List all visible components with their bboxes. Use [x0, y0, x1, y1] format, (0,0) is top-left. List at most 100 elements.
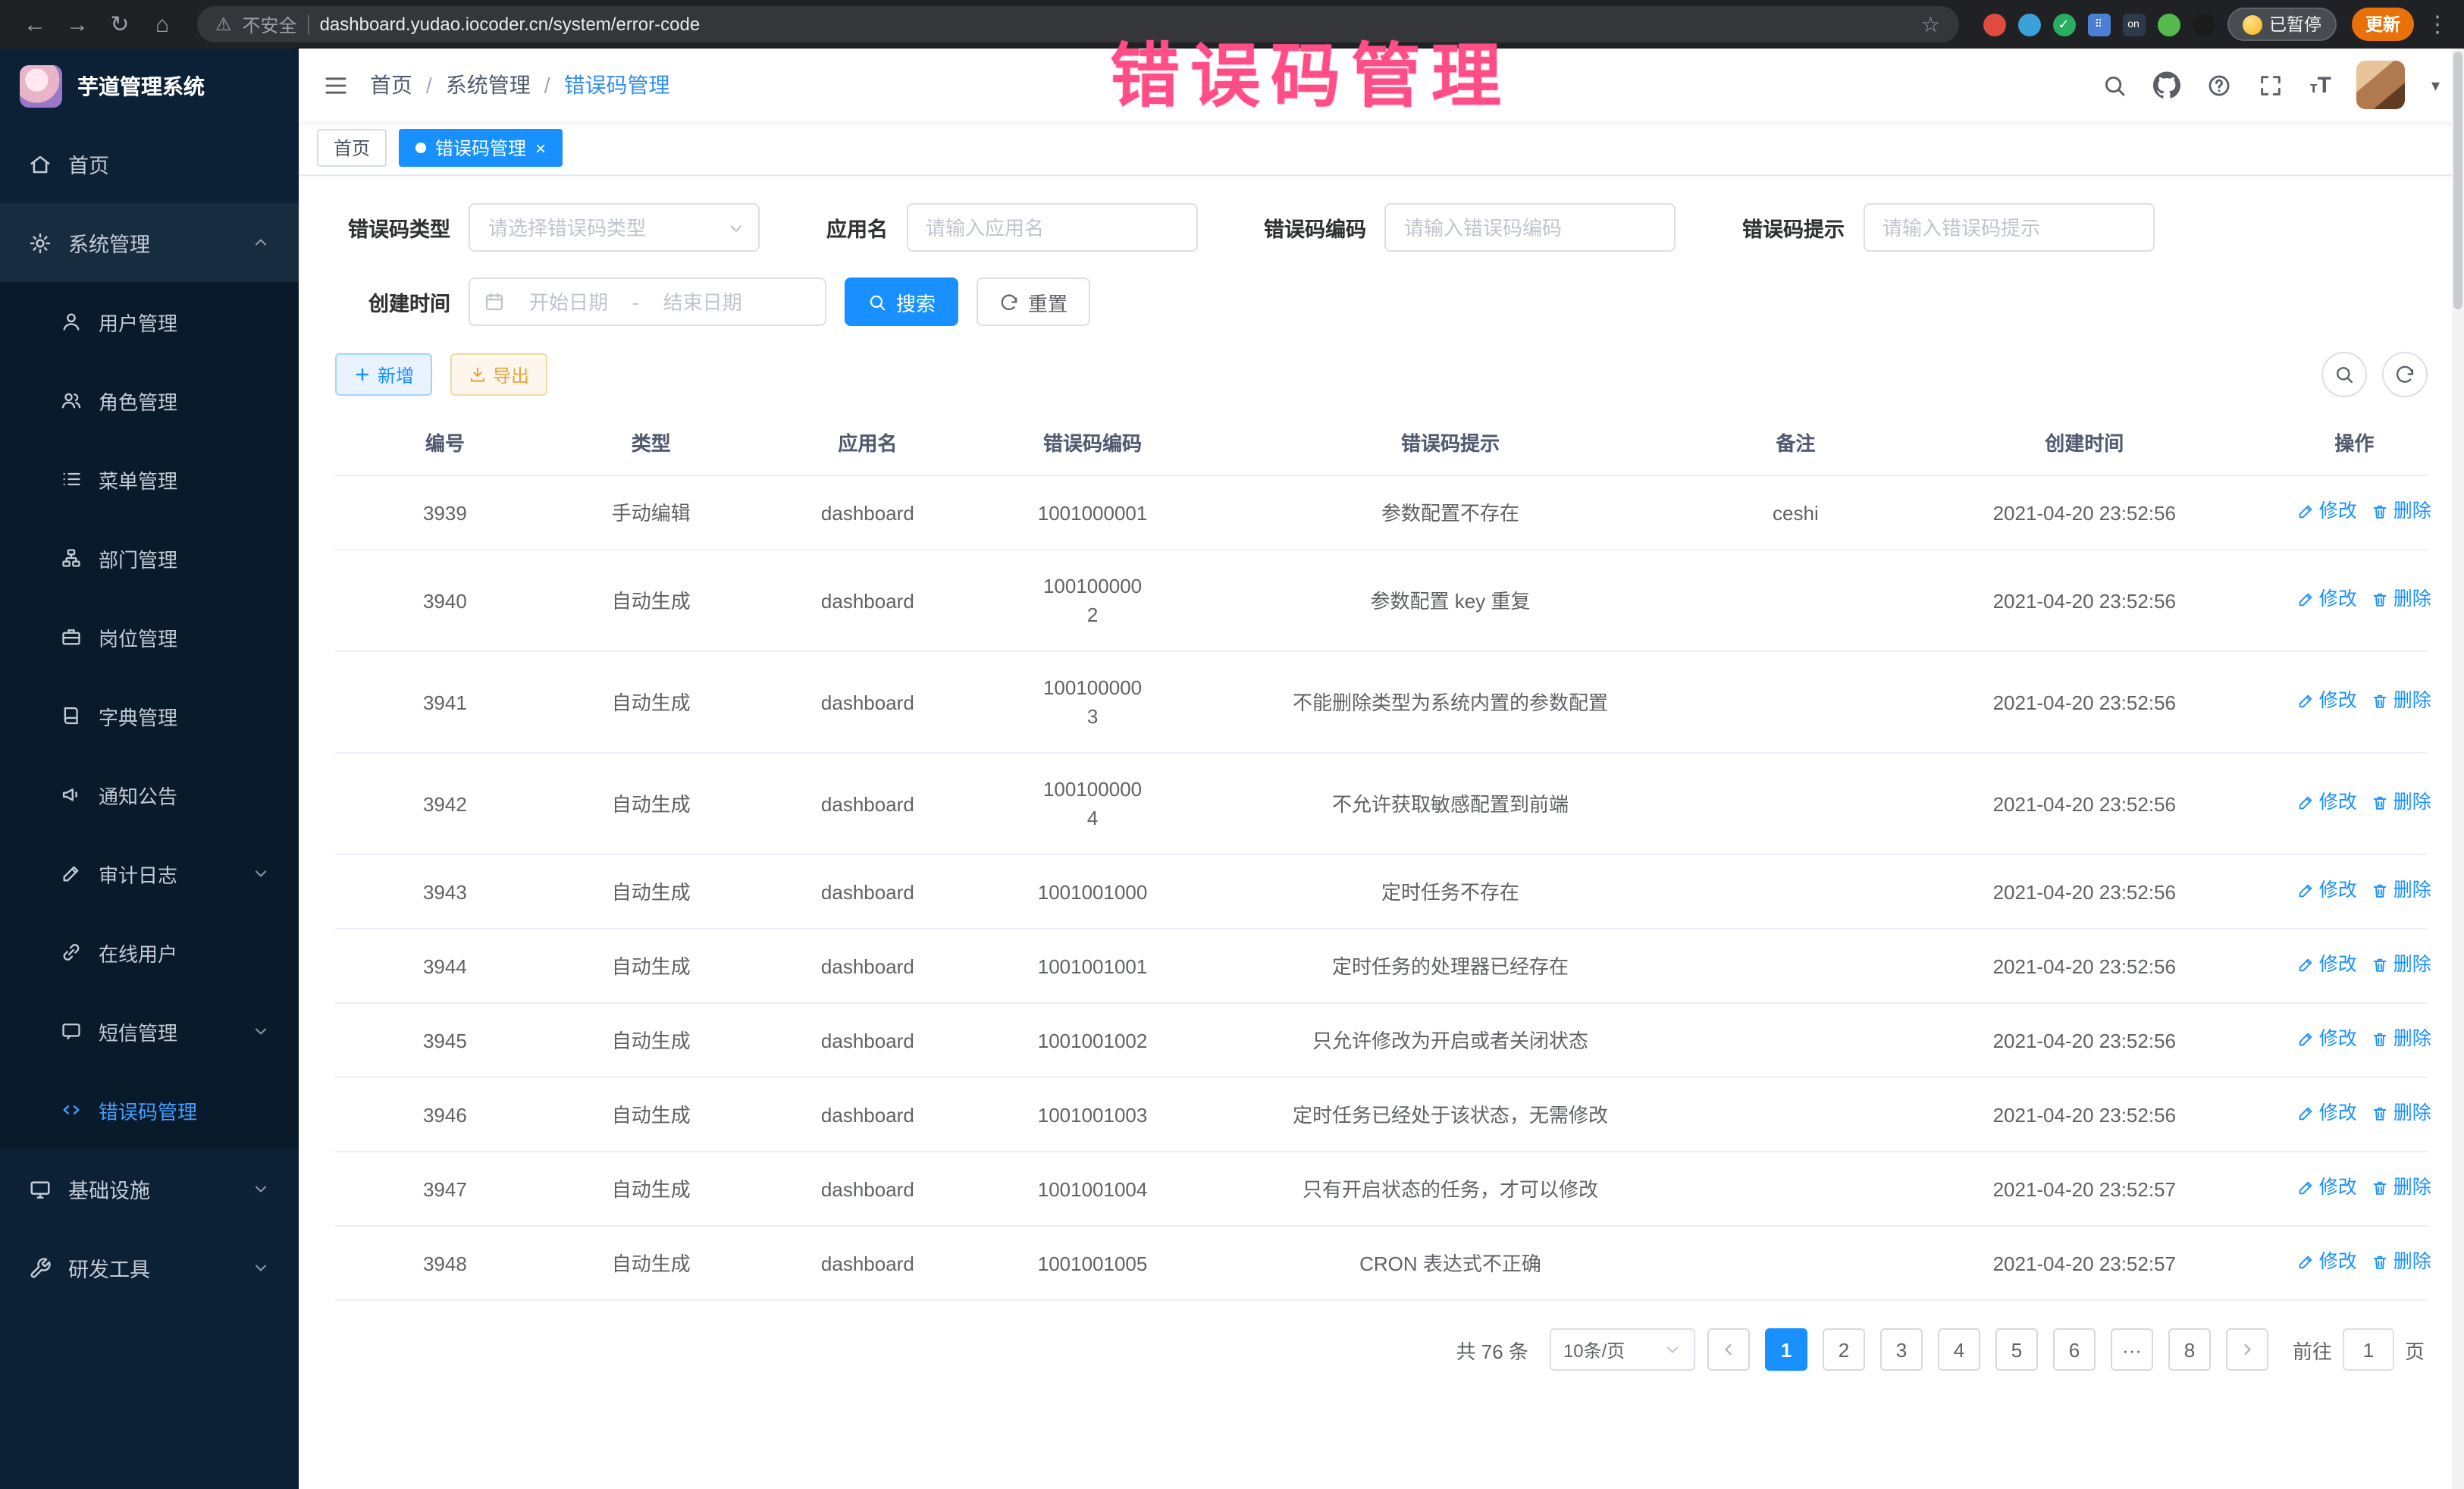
- search-button[interactable]: 搜索: [845, 277, 958, 326]
- sidebar-item-depts[interactable]: 部门管理: [0, 519, 299, 597]
- fullscreen-icon[interactable]: [2259, 72, 2284, 98]
- extension-icon-leaf[interactable]: [2157, 13, 2180, 36]
- address-bar[interactable]: ⚠ 不安全 dashboard.yudao.iocoder.cn/system/…: [197, 6, 1958, 42]
- help-icon[interactable]: [2207, 72, 2233, 98]
- page-button[interactable]: 5: [1995, 1328, 2038, 1371]
- tab-home[interactable]: 首页: [317, 129, 387, 167]
- page-button[interactable]: 4: [1938, 1328, 1980, 1371]
- table-row[interactable]: 3948 自动生成 dashboard 1001001005 CRON 表达式不…: [335, 1226, 2428, 1300]
- table-row[interactable]: 3939 手动编辑 dashboard 1001000001 参数配置不存在 c…: [335, 475, 2428, 550]
- table-row[interactable]: 3940 自动生成 dashboard 100100000 2 参数配置 key…: [335, 550, 2428, 651]
- edit-link[interactable]: 修改: [2298, 1025, 2357, 1054]
- add-button[interactable]: 新增: [335, 353, 432, 396]
- table-row[interactable]: 3942 自动生成 dashboard 100100000 4 不允许获取敏感配…: [335, 753, 2428, 854]
- date-range-picker[interactable]: -: [469, 277, 826, 326]
- edit-link[interactable]: 修改: [2298, 1174, 2357, 1202]
- table-row[interactable]: 3946 自动生成 dashboard 1001001003 定时任务已经处于该…: [335, 1077, 2428, 1152]
- paused-badge[interactable]: 已暂停: [2227, 8, 2337, 41]
- sidebar-item-dev-tools[interactable]: 研发工具: [0, 1228, 299, 1307]
- sidebar-item-home[interactable]: 首页: [0, 124, 299, 203]
- sidebar-item-sms[interactable]: 短信管理: [0, 992, 299, 1071]
- extension-icon-grid[interactable]: ⠿: [2087, 13, 2110, 36]
- github-icon[interactable]: [2154, 71, 2181, 99]
- close-icon[interactable]: ×: [535, 139, 546, 157]
- avatar[interactable]: [2357, 61, 2406, 109]
- error-code-input[interactable]: [1384, 203, 1676, 252]
- delete-link[interactable]: 删除: [2372, 687, 2431, 716]
- edit-link[interactable]: 修改: [2298, 1248, 2357, 1277]
- breadcrumb-system[interactable]: 系统管理: [446, 70, 531, 100]
- sidebar-item-online-users[interactable]: 在线用户: [0, 913, 299, 992]
- error-type-select[interactable]: [469, 203, 760, 252]
- reset-button[interactable]: 重置: [977, 277, 1090, 326]
- page-button[interactable]: 2: [1823, 1328, 1865, 1371]
- app-logo[interactable]: 芋道管理系统: [0, 49, 299, 124]
- sidebar-item-infra[interactable]: 基础设施: [0, 1149, 299, 1228]
- extension-icon-green-check[interactable]: ✓: [2052, 13, 2075, 36]
- sidebar-item-posts[interactable]: 岗位管理: [0, 597, 299, 676]
- browser-home-button[interactable]: ⌂: [143, 5, 182, 44]
- page-button[interactable]: 6: [2053, 1328, 2096, 1371]
- edit-link[interactable]: 修改: [2298, 876, 2357, 905]
- start-date-input[interactable]: [513, 290, 625, 313]
- delete-link[interactable]: 删除: [2372, 1248, 2431, 1277]
- delete-link[interactable]: 删除: [2372, 497, 2431, 526]
- extension-icon-red[interactable]: [1983, 13, 2005, 36]
- delete-link[interactable]: 删除: [2372, 1099, 2431, 1128]
- caret-down-icon[interactable]: ▾: [2431, 75, 2440, 95]
- end-date-input[interactable]: [647, 290, 759, 313]
- sidebar-item-roles[interactable]: 角色管理: [0, 361, 299, 440]
- font-size-icon[interactable]: тT: [2310, 72, 2331, 98]
- sidebar-item-system[interactable]: 系统管理: [0, 203, 299, 282]
- search-icon[interactable]: [2102, 72, 2128, 98]
- next-page-button[interactable]: [2226, 1328, 2268, 1371]
- table-row[interactable]: 3941 自动生成 dashboard 100100000 3 不能删除类型为系…: [335, 651, 2428, 753]
- sidebar-item-menus[interactable]: 菜单管理: [0, 440, 299, 519]
- delete-link[interactable]: 删除: [2372, 951, 2431, 980]
- sidebar-item-audit-log[interactable]: 审计日志: [0, 834, 299, 913]
- page-size-select[interactable]: 10条/页: [1550, 1328, 1695, 1371]
- refresh-table-button[interactable]: [2382, 352, 2428, 397]
- table-row[interactable]: 3945 自动生成 dashboard 1001001002 只允许修改为开启或…: [335, 1003, 2428, 1077]
- delete-link[interactable]: 删除: [2372, 788, 2431, 817]
- sidebar-item-users[interactable]: 用户管理: [0, 282, 299, 361]
- page-scrollbar[interactable]: [2452, 49, 2464, 1489]
- error-msg-input[interactable]: [1863, 203, 2154, 252]
- goto-page-input[interactable]: [2343, 1328, 2394, 1371]
- browser-back-button[interactable]: ←: [15, 5, 55, 44]
- extension-icon-blue[interactable]: [2017, 13, 2040, 36]
- scrollbar-thumb[interactable]: [2453, 52, 2462, 309]
- pagination-ellipsis[interactable]: ···: [2111, 1328, 2153, 1371]
- browser-menu-icon[interactable]: ⋮: [2426, 11, 2449, 38]
- edit-link[interactable]: 修改: [2298, 585, 2357, 614]
- bookmark-star-icon[interactable]: ☆: [1921, 11, 1940, 37]
- page-button[interactable]: 8: [2168, 1328, 2211, 1371]
- browser-forward-button[interactable]: →: [58, 5, 97, 44]
- edit-link[interactable]: 修改: [2298, 788, 2357, 817]
- edit-link[interactable]: 修改: [2298, 951, 2357, 980]
- edit-link[interactable]: 修改: [2298, 687, 2357, 716]
- export-button[interactable]: 导出: [450, 353, 547, 396]
- sidebar-item-error-code[interactable]: 错误码管理: [0, 1071, 299, 1149]
- delete-link[interactable]: 删除: [2372, 585, 2431, 614]
- search-toggle-button[interactable]: [2321, 352, 2367, 397]
- table-row[interactable]: 3947 自动生成 dashboard 1001001004 只有开启状态的任务…: [335, 1152, 2428, 1226]
- delete-link[interactable]: 删除: [2372, 876, 2431, 905]
- browser-update-button[interactable]: 更新: [2352, 8, 2414, 41]
- tab-error-code[interactable]: 错误码管理 ×: [399, 129, 563, 167]
- sidebar-item-dict[interactable]: 字典管理: [0, 676, 299, 755]
- table-row[interactable]: 3944 自动生成 dashboard 1001001001 定时任务的处理器已…: [335, 929, 2428, 1003]
- table-row[interactable]: 3943 自动生成 dashboard 1001001000 定时任务不存在 2…: [335, 854, 2428, 929]
- prev-page-button[interactable]: [1707, 1328, 1750, 1371]
- sidebar-item-notice[interactable]: 通知公告: [0, 755, 299, 834]
- delete-link[interactable]: 删除: [2372, 1025, 2431, 1054]
- delete-link[interactable]: 删除: [2372, 1174, 2431, 1202]
- page-button[interactable]: 3: [1880, 1328, 1923, 1371]
- extension-icon-on-badge[interactable]: on: [2122, 13, 2145, 36]
- browser-reload-button[interactable]: ↻: [100, 5, 140, 44]
- edit-link[interactable]: 修改: [2298, 497, 2357, 526]
- hamburger-icon[interactable]: [323, 72, 349, 98]
- edit-link[interactable]: 修改: [2298, 1099, 2357, 1128]
- page-button[interactable]: 1: [1765, 1328, 1807, 1371]
- breadcrumb-home[interactable]: 首页: [370, 70, 412, 100]
